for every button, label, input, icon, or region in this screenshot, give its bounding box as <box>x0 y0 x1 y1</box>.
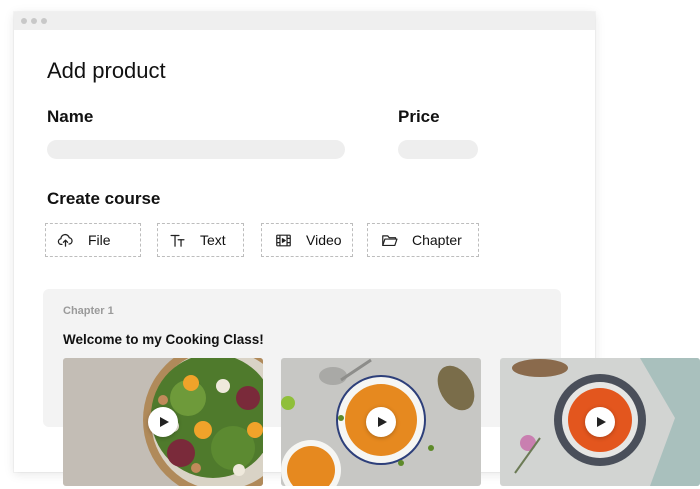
play-button[interactable] <box>148 407 178 437</box>
video-button[interactable]: Video <box>261 223 353 257</box>
cloud-upload-icon <box>57 232 88 249</box>
window-dot-icon <box>31 18 37 24</box>
salad-video-thumbnail[interactable] <box>63 358 263 486</box>
film-icon <box>275 232 306 249</box>
pumpkin-soup-video-thumbnail[interactable] <box>281 358 481 486</box>
text-icon <box>169 232 200 249</box>
file-button[interactable]: File <box>45 223 141 257</box>
name-input[interactable] <box>47 140 345 159</box>
play-icon <box>597 417 606 427</box>
window-dot-icon <box>21 18 27 24</box>
price-label: Price <box>398 107 440 126</box>
video-button-label: Video <box>306 232 342 248</box>
window-titlebar <box>14 12 595 30</box>
file-button-label: File <box>88 232 111 248</box>
chapter-title: Welcome to my Cooking Class! <box>63 332 264 347</box>
text-button-label: Text <box>200 232 226 248</box>
chapter-button-label: Chapter <box>412 232 462 248</box>
chapter-number: Chapter 1 <box>63 305 114 317</box>
text-button[interactable]: Text <box>157 223 244 257</box>
play-button[interactable] <box>366 407 396 437</box>
chapter-button[interactable]: Chapter <box>367 223 479 257</box>
folder-icon <box>381 232 412 249</box>
window-dot-icon <box>41 18 47 24</box>
play-icon <box>378 417 387 427</box>
price-input[interactable] <box>398 140 478 159</box>
create-course-heading: Create course <box>47 189 161 208</box>
play-icon <box>160 417 169 427</box>
tomato-soup-video-thumbnail[interactable] <box>500 358 700 486</box>
name-label: Name <box>47 107 94 126</box>
play-button[interactable] <box>585 407 615 437</box>
page-title: Add product <box>47 58 166 83</box>
